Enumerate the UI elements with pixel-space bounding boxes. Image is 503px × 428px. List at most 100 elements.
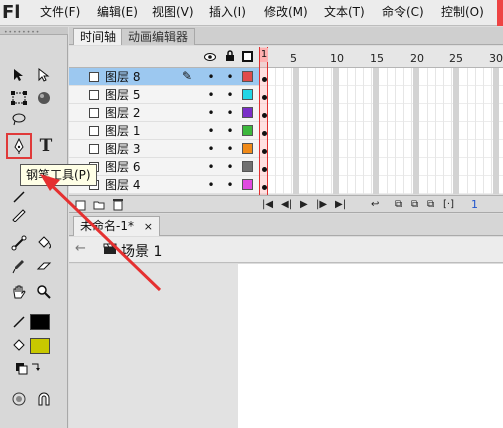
layer-outline-color[interactable] — [242, 71, 253, 82]
layer-visibility-toggle[interactable]: • — [207, 161, 215, 173]
layer-lock-toggle[interactable]: • — [226, 143, 234, 155]
free-transform-tool-icon[interactable] — [8, 87, 30, 109]
fill-color-swatch[interactable] — [30, 338, 50, 354]
layer-visibility-toggle[interactable]: • — [207, 179, 215, 191]
keyframe[interactable] — [262, 167, 267, 172]
timeline-header — [69, 46, 503, 68]
playhead[interactable] — [259, 47, 268, 195]
layer-lock-toggle[interactable]: • — [226, 179, 234, 191]
edit-multiple-frames-button[interactable]: ⧉ — [427, 197, 434, 213]
modify-markers-button[interactable]: [·] — [443, 197, 454, 213]
layer-outline-color[interactable] — [242, 107, 253, 118]
layer-name[interactable]: 图层 3 — [105, 141, 140, 157]
menu-edit[interactable]: 编辑(E) — [97, 3, 138, 21]
layer-outline-color[interactable] — [242, 89, 253, 100]
3d-rotation-tool-icon[interactable] — [33, 87, 55, 109]
object-drawing-icon[interactable] — [8, 388, 30, 410]
layer-name[interactable]: 图层 1 — [105, 123, 140, 139]
hand-tool-icon[interactable] — [8, 281, 30, 303]
zoom-tool-icon[interactable] — [33, 281, 55, 303]
close-tab-icon[interactable]: × — [144, 220, 153, 233]
next-frame-button[interactable]: |▶ — [316, 197, 327, 213]
onion-skin-button[interactable]: ⧉ — [395, 197, 402, 213]
keyframe[interactable] — [262, 185, 267, 190]
layer-outline-color[interactable] — [242, 161, 253, 172]
menu-control[interactable]: 控制(O) — [441, 3, 484, 21]
frame-column — [403, 68, 404, 194]
frame-column — [453, 68, 459, 194]
delete-layer-icon[interactable] — [112, 198, 124, 214]
eraser-tool-icon[interactable] — [33, 255, 55, 277]
layer-row[interactable]: 图层 2 • • — [69, 104, 259, 122]
outline-toggle-icon[interactable] — [242, 51, 253, 62]
stage-canvas[interactable] — [238, 264, 503, 428]
layer-lock-toggle[interactable]: • — [226, 89, 234, 101]
layer-lock-toggle[interactable]: • — [226, 125, 234, 137]
swap-colors-icon[interactable] — [12, 357, 44, 379]
keyframe[interactable] — [262, 77, 267, 82]
prev-frame-button[interactable]: ◀| — [281, 197, 292, 213]
keyframe[interactable] — [262, 113, 267, 118]
current-frame-readout[interactable]: 1 — [471, 197, 478, 213]
layer-visibility-toggle[interactable]: • — [207, 89, 215, 101]
frame-column — [411, 68, 412, 194]
layer-row[interactable]: 图层 4 • • — [69, 176, 259, 194]
menu-file[interactable]: 文件(F) — [40, 3, 80, 21]
menu-view[interactable]: 视图(V) — [152, 3, 194, 21]
layer-outline-color[interactable] — [242, 143, 253, 154]
menu-insert[interactable]: 插入(I) — [209, 3, 246, 21]
bone-tool-icon[interactable] — [8, 232, 30, 254]
layer-row[interactable]: 图层 3 • • — [69, 140, 259, 158]
layer-lock-toggle[interactable]: • — [226, 161, 234, 173]
pencil-tool-icon[interactable] — [8, 204, 30, 226]
snap-magnet-icon[interactable] — [33, 388, 55, 410]
tab-motion-editor[interactable]: 动画编辑器 — [121, 28, 196, 45]
last-frame-button[interactable]: ▶| — [335, 197, 346, 213]
loop-button[interactable]: ↩ — [371, 197, 379, 213]
paint-bucket-tool-icon[interactable] — [33, 232, 55, 254]
layer-name[interactable]: 图层 8 — [105, 69, 140, 85]
layer-lock-toggle[interactable]: • — [226, 71, 234, 83]
first-frame-button[interactable]: |◀ — [262, 197, 273, 213]
tab-timeline[interactable]: 时间轴 — [73, 28, 124, 45]
text-tool-icon[interactable]: T — [35, 135, 57, 157]
lasso-tool-icon[interactable] — [8, 108, 30, 130]
frames-grid[interactable] — [259, 68, 503, 194]
menu-commands[interactable]: 命令(C) — [382, 3, 424, 21]
new-layer-icon[interactable] — [75, 199, 87, 214]
keyframe[interactable] — [262, 95, 267, 100]
menu-overflow-button[interactable] — [497, 0, 503, 26]
play-button[interactable]: ▶ — [300, 197, 308, 213]
layer-row[interactable]: 图层 5 • • — [69, 86, 259, 104]
layer-name[interactable]: 图层 2 — [105, 105, 140, 121]
layer-row[interactable]: 图层 8 ✎ • • — [69, 68, 259, 86]
selection-tool-icon[interactable] — [8, 64, 30, 86]
eyedropper-tool-icon[interactable] — [8, 255, 30, 277]
layer-name[interactable]: 图层 5 — [105, 87, 140, 103]
menu-modify[interactable]: 修改(M) — [264, 3, 308, 21]
back-arrow-icon[interactable]: ← — [75, 241, 86, 256]
layer-row[interactable]: 图层 1 • • — [69, 122, 259, 140]
onion-outline-button[interactable]: ⧉ — [411, 197, 418, 213]
keyframe[interactable] — [262, 131, 267, 136]
subselection-tool-icon[interactable] — [33, 64, 55, 86]
stroke-color-swatch[interactable] — [30, 314, 50, 330]
panel-grip[interactable]: •••••••• — [0, 27, 68, 36]
layer-name[interactable]: 图层 6 — [105, 159, 140, 175]
layer-row[interactable]: 图层 6 • • — [69, 158, 259, 176]
layer-visibility-toggle[interactable]: • — [207, 143, 215, 155]
layer-name[interactable]: 图层 4 — [105, 177, 140, 193]
layer-outline-color[interactable] — [242, 179, 253, 190]
lock-icon[interactable] — [225, 50, 235, 65]
show-hide-eye-icon[interactable] — [204, 51, 216, 65]
layer-visibility-toggle[interactable]: • — [207, 107, 215, 119]
new-folder-icon[interactable] — [93, 199, 105, 214]
menu-text[interactable]: 文本(T) — [324, 3, 365, 21]
layer-visibility-toggle[interactable]: • — [207, 71, 215, 83]
keyframe[interactable] — [262, 149, 267, 154]
layer-visibility-toggle[interactable]: • — [207, 125, 215, 137]
layer-lock-toggle[interactable]: • — [226, 107, 234, 119]
document-tab[interactable]: 未命名-1* × — [73, 216, 161, 236]
pen-tool-icon[interactable] — [6, 133, 32, 159]
layer-outline-color[interactable] — [242, 125, 253, 136]
